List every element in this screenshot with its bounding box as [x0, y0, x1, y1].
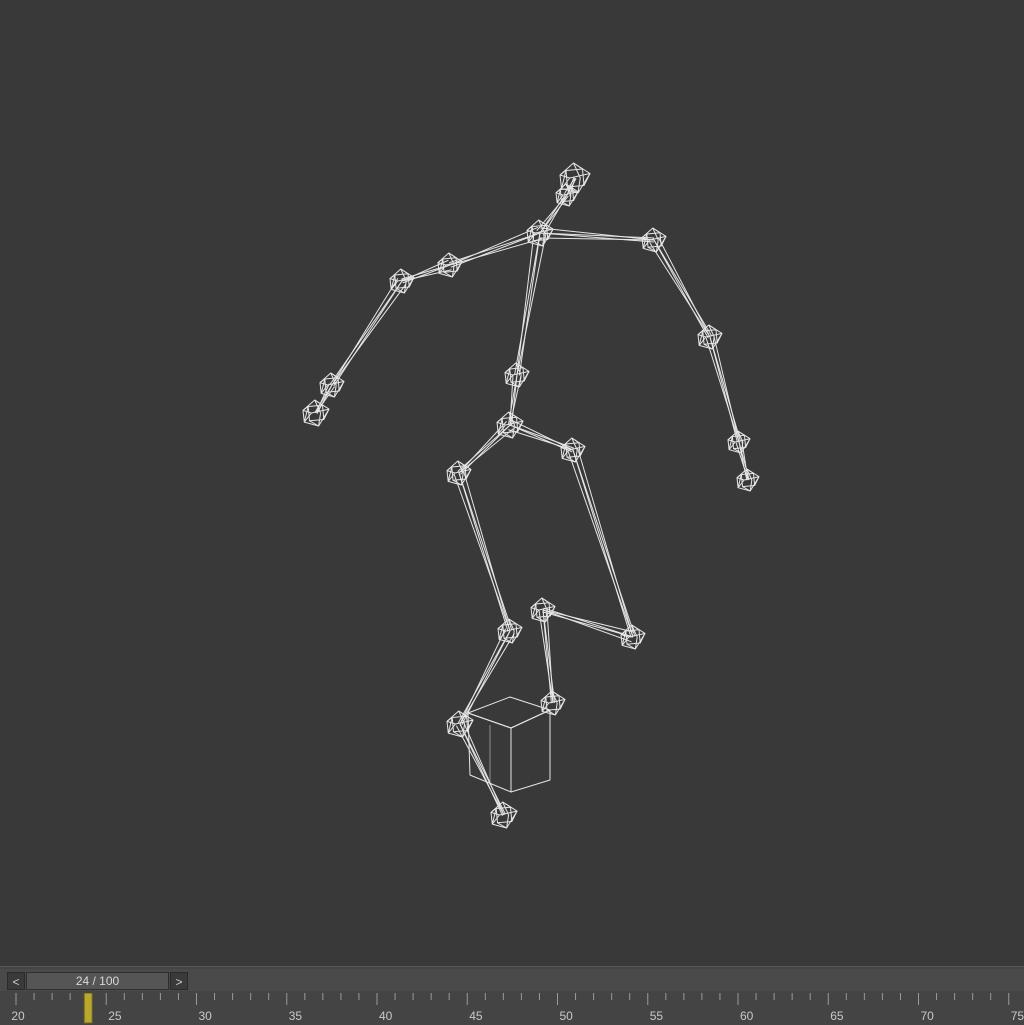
- ruler-label: 40: [379, 1009, 393, 1023]
- ruler-label: 70: [921, 1009, 935, 1023]
- bone-shin-right[interactable]: [542, 607, 635, 643]
- bone-foot-left[interactable]: [455, 722, 506, 816]
- bone-clavicle-left[interactable]: [449, 226, 543, 268]
- 3d-viewport[interactable]: [0, 0, 1024, 966]
- next-frame-button[interactable]: >: [170, 972, 188, 990]
- bone-calf-left[interactable]: [538, 609, 556, 704]
- time-slider-row: < 24 / 100 >: [0, 969, 1024, 991]
- current-frame-marker[interactable]: [83, 993, 93, 1024]
- ruler-label: 55: [650, 1009, 664, 1023]
- ruler-label: 65: [830, 1009, 844, 1023]
- time-slider[interactable]: 24 / 100: [26, 972, 169, 990]
- bone-forearm-right[interactable]: [705, 335, 742, 443]
- ruler-label: 25: [108, 1009, 122, 1023]
- wireframe-box[interactable]: [467, 696, 551, 793]
- bone-upperarm-left[interactable]: [329, 277, 407, 387]
- wireframe-scene[interactable]: [0, 0, 1024, 966]
- ruler-label: 50: [560, 1009, 574, 1023]
- timeline-bar: < 24 / 100 > 20 25 30 35 40 45 50 55 60 65 70 75: [0, 966, 1024, 1025]
- ruler-label: 20: [11, 1009, 25, 1023]
- bone-hip-right[interactable]: [508, 419, 574, 453]
- bone-thigh-left[interactable]: [453, 471, 513, 632]
- bone-upperarm-right[interactable]: [649, 237, 713, 339]
- bone-thigh-right[interactable]: [567, 448, 636, 638]
- bone-forearm-left[interactable]: [314, 383, 336, 414]
- bone-spine-upper[interactable]: [514, 231, 547, 376]
- previous-frame-button[interactable]: <: [7, 972, 25, 990]
- ruler-label: 30: [199, 1009, 213, 1023]
- ruler-label: 35: [289, 1009, 303, 1023]
- bone-clavicle-right[interactable]: [539, 227, 655, 243]
- ruler-label: 45: [469, 1009, 483, 1023]
- bone-shin-left[interactable]: [457, 628, 515, 726]
- ruler-label: 60: [740, 1009, 754, 1023]
- frame-ruler[interactable]: 20 25 30 35 40 45 50 55 60 65 70 75: [0, 993, 1024, 1025]
- ruler-label: 75: [1011, 1009, 1024, 1023]
